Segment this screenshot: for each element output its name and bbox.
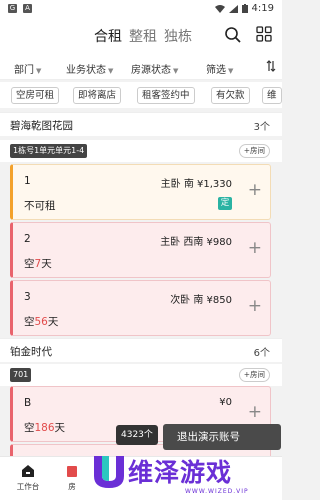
- room-count: 6个: [253, 348, 270, 359]
- room-status: 空56天: [24, 316, 59, 328]
- add-icon[interactable]: +: [248, 298, 262, 315]
- nav-rooms[interactable]: 房: [52, 463, 92, 492]
- room-count: 3个: [253, 122, 270, 133]
- room-status: 空186天: [24, 422, 66, 434]
- home-icon: [22, 465, 34, 477]
- exit-demo-button[interactable]: 退出演示账号: [163, 424, 281, 450]
- room-card[interactable]: 1 主卧 南 ¥1,330 不可租 定 +: [10, 164, 271, 220]
- add-icon[interactable]: +: [248, 240, 262, 257]
- status-bar: G A 4:19: [0, 0, 282, 18]
- room-number: 2: [24, 233, 31, 245]
- room-info: 主卧 西南 ¥980: [160, 237, 232, 248]
- room-info: 次卧 南 ¥850: [170, 295, 232, 306]
- nav-label: 房: [68, 482, 76, 491]
- wifi-icon: [214, 4, 225, 13]
- tab-shared[interactable]: 合租: [94, 26, 122, 46]
- filter-bar: 部门 ▼ 业务状态 ▼ 房源状态 ▼ 筛选 ▼: [0, 54, 282, 80]
- room-number: 3: [24, 291, 31, 303]
- room-info: ¥0: [219, 397, 232, 408]
- filter-listing-status[interactable]: 房源状态 ▼: [131, 61, 178, 76]
- room-number: B: [24, 397, 32, 409]
- caret-down-icon: ▼: [173, 67, 179, 75]
- reserved-badge: 定: [218, 197, 232, 210]
- property-name: 碧海乾图花园: [10, 120, 73, 132]
- notification-g-icon: G: [8, 4, 17, 13]
- nav-label: 工作台: [16, 482, 40, 491]
- caret-down-icon: ▼: [228, 67, 234, 75]
- watermark-logo-icon: [94, 456, 124, 488]
- room-status: 空7天: [24, 258, 52, 270]
- unit-tag: 1栋号1单元单元1-4: [10, 144, 88, 158]
- add-room-button[interactable]: +房间: [238, 144, 270, 158]
- room-icon: [67, 466, 77, 477]
- search-icon[interactable]: [224, 26, 242, 44]
- unit-tag: 701: [10, 368, 32, 382]
- property-name: 铂金时代: [10, 346, 52, 358]
- unit-bar: 1栋号1单元单元1-4 +房间: [0, 140, 282, 162]
- grid-menu-icon[interactable]: [256, 26, 272, 42]
- add-room-button[interactable]: +房间: [238, 368, 270, 382]
- nav-workbench[interactable]: 工作台: [8, 463, 48, 492]
- caret-down-icon: ▼: [108, 67, 114, 75]
- filter-business-status[interactable]: 业务状态 ▼: [66, 61, 113, 76]
- property-group-header[interactable]: 碧海乾图花园 3个: [0, 112, 282, 136]
- status-time: 4:19: [251, 3, 274, 14]
- filter-department[interactable]: 部门 ▼: [14, 61, 41, 76]
- signal-icon: [228, 4, 238, 13]
- total-count-toast: 4323个: [116, 425, 158, 445]
- room-number: 1: [24, 175, 31, 187]
- chip-more[interactable]: 维: [262, 87, 282, 104]
- filter-more[interactable]: 筛选 ▼: [206, 61, 233, 76]
- chip-vacant[interactable]: 空房可租: [11, 87, 60, 104]
- caret-down-icon: ▼: [36, 67, 42, 75]
- add-icon[interactable]: +: [248, 404, 262, 421]
- room-card[interactable]: 3 次卧 南 ¥850 空56天 +: [10, 280, 271, 336]
- tab-whole[interactable]: 整租: [129, 26, 157, 46]
- rental-type-tabs: 合租 整租 独栋: [94, 26, 192, 46]
- top-bar: 合租 整租 独栋: [0, 18, 282, 54]
- watermark: 维泽游戏 WWW.WIZED.VIP: [90, 452, 280, 500]
- sort-icon[interactable]: [266, 60, 276, 72]
- battery-icon: [241, 4, 248, 13]
- watermark-subtext: WWW.WIZED.VIP: [185, 488, 249, 495]
- property-group-header[interactable]: 铂金时代 6个: [0, 338, 282, 362]
- room-info: 主卧 南 ¥1,330: [160, 179, 232, 190]
- unit-bar: 701 +房间: [0, 364, 282, 386]
- chip-signing[interactable]: 租客签约中: [137, 87, 195, 104]
- quick-filter-chips: 空房可租 即将离店 租客签约中 有欠款 维: [0, 82, 282, 108]
- add-icon[interactable]: +: [248, 182, 262, 199]
- chip-arrears[interactable]: 有欠款: [211, 87, 250, 104]
- tab-building[interactable]: 独栋: [164, 26, 192, 46]
- notification-a-icon: A: [23, 4, 32, 13]
- room-status: 不可租: [24, 200, 56, 212]
- room-card[interactable]: 2 主卧 西南 ¥980 空7天 +: [10, 222, 271, 278]
- chip-leaving-soon[interactable]: 即将离店: [73, 87, 122, 104]
- watermark-text: 维泽游戏: [128, 458, 233, 487]
